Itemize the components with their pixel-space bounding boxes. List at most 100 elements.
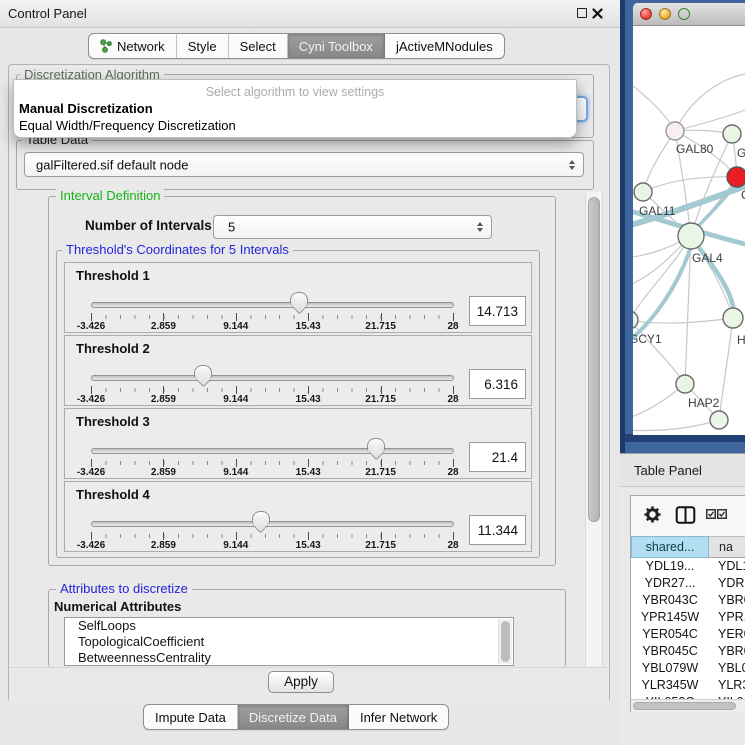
mac-minimize-icon[interactable] bbox=[659, 8, 671, 20]
table-row[interactable]: YBR043CYBR0 bbox=[631, 592, 745, 609]
network-node-gal11[interactable] bbox=[634, 183, 652, 201]
threshold-row: Threshold 4-3.4262.8599.14415.4321.71528… bbox=[64, 481, 532, 552]
tick-mark bbox=[236, 459, 237, 467]
checkbox-icon[interactable] bbox=[717, 509, 727, 519]
tick-label: 2.859 bbox=[141, 540, 185, 551]
tab-label: Select bbox=[240, 39, 276, 54]
slider-track[interactable] bbox=[91, 448, 454, 454]
slider-handle[interactable] bbox=[367, 438, 385, 451]
network-node-ga[interactable] bbox=[723, 125, 741, 143]
float-window-icon[interactable] bbox=[577, 8, 587, 18]
slider-track[interactable] bbox=[91, 302, 454, 308]
algorithm-option-equal-width-frequency-discretization[interactable]: Equal Width/Frequency Discretization bbox=[14, 117, 576, 134]
number-of-intervals-spinner[interactable]: 5 bbox=[213, 215, 492, 239]
threshold-value-field[interactable]: 14.713 bbox=[469, 296, 526, 326]
tab-jactivemnodules[interactable]: jActiveMNodules bbox=[385, 34, 504, 58]
tab-style[interactable]: Style bbox=[177, 34, 229, 58]
tick-label: 9.144 bbox=[214, 540, 258, 551]
mac-zoom-icon[interactable] bbox=[678, 8, 690, 20]
cell-name: YPR1 bbox=[718, 609, 745, 626]
threshold-value-field[interactable]: 6.316 bbox=[469, 369, 526, 399]
gear-icon[interactable] bbox=[643, 505, 662, 524]
tick-mark bbox=[308, 313, 309, 321]
tick-mark bbox=[308, 386, 309, 394]
threshold-label: Threshold 4 bbox=[76, 487, 150, 502]
cell-shared-name: YPR145W bbox=[631, 609, 709, 626]
network-node-gal4[interactable] bbox=[678, 223, 704, 249]
checkbox-icon[interactable] bbox=[706, 509, 716, 519]
tab-network[interactable]: Network bbox=[89, 34, 177, 58]
tick-mark bbox=[453, 532, 454, 540]
tab-cyni-toolbox[interactable]: Cyni Toolbox bbox=[288, 34, 385, 58]
table-hscrollbar[interactable] bbox=[631, 699, 745, 712]
table-row[interactable]: YER054CYER0 bbox=[631, 626, 745, 643]
threshold-label: Threshold 2 bbox=[76, 341, 150, 356]
network-node-label: GCY1 bbox=[633, 332, 662, 346]
attribute-item-betweennesscentrality[interactable]: BetweennessCentrality bbox=[65, 650, 513, 666]
cell-name: YBL0 bbox=[718, 660, 745, 677]
close-icon[interactable] bbox=[592, 8, 603, 19]
main-scrollbar-thumb[interactable] bbox=[588, 197, 600, 522]
table-row[interactable]: YLR345WYLR3 bbox=[631, 677, 745, 694]
network-node-c[interactable] bbox=[727, 167, 745, 187]
columns-icon[interactable] bbox=[675, 506, 696, 524]
tab-infer-network[interactable]: Infer Network bbox=[349, 705, 448, 729]
attributes-group-title: Attributes to discretize bbox=[56, 582, 192, 595]
network-node-label: GA bbox=[737, 146, 745, 160]
table-row[interactable]: YDR27...YDR2 bbox=[631, 575, 745, 592]
tick-label: -3.426 bbox=[69, 394, 113, 405]
tab-discretize-data[interactable]: Discretize Data bbox=[238, 705, 349, 729]
attribute-item-selfloops[interactable]: SelfLoops bbox=[65, 618, 513, 634]
threshold-label: Threshold 3 bbox=[76, 414, 150, 429]
control-panel-tabs: NetworkStyle Select Cyni ToolboxjActiveMNo… bbox=[88, 33, 505, 59]
threshold-value-field[interactable]: 21.4 bbox=[469, 442, 526, 472]
tick-mark bbox=[91, 532, 92, 540]
network-node-hap2[interactable] bbox=[676, 375, 694, 393]
threshold-label: Threshold 1 bbox=[76, 268, 150, 283]
network-canvas[interactable]: GAL80GACGAL11GAL4GCY1HHAP2 bbox=[633, 26, 745, 435]
tick-mark bbox=[91, 386, 92, 394]
main-scrollbar[interactable] bbox=[585, 192, 603, 666]
network-node-label: C bbox=[741, 188, 745, 202]
tick-label: -3.426 bbox=[69, 467, 113, 478]
tick-mark bbox=[453, 313, 454, 321]
slider-ruler: -3.4262.8599.14415.4321.71528 bbox=[91, 532, 454, 552]
tick-label: 15.43 bbox=[286, 394, 330, 405]
network-node[interactable] bbox=[710, 411, 728, 429]
slider-track[interactable] bbox=[91, 521, 454, 527]
table-row[interactable]: YBR045CYBR0 bbox=[631, 643, 745, 660]
slider-track[interactable] bbox=[91, 375, 454, 381]
attribute-item-topologicalcoefficient[interactable]: TopologicalCoefficient bbox=[65, 634, 513, 650]
network-node-gal80[interactable] bbox=[666, 122, 684, 140]
tick-label: 2.859 bbox=[141, 467, 185, 478]
column-header-shared-name[interactable]: shared... bbox=[631, 536, 709, 558]
slider-handle[interactable] bbox=[290, 292, 308, 305]
table-panel-titlebar: Table Panel bbox=[620, 453, 745, 487]
threshold-row: Threshold 2-3.4262.8599.14415.4321.71528… bbox=[64, 335, 532, 406]
table-row[interactable]: YPR145W YPR1 bbox=[631, 609, 745, 626]
slider-handle[interactable] bbox=[252, 511, 270, 524]
cell-shared-name: YBL079W bbox=[631, 660, 709, 677]
table-row[interactable]: YDL19...YDL1 bbox=[631, 558, 745, 575]
algorithm-option-manual-discretization[interactable]: Manual Discretization bbox=[14, 100, 576, 117]
network-node-h[interactable] bbox=[723, 308, 743, 328]
intervals-value: 5 bbox=[228, 220, 235, 235]
attributes-scrollbar[interactable] bbox=[498, 619, 512, 664]
interval-definition-title: Interval Definition bbox=[56, 189, 164, 202]
table-row[interactable]: YBL079W YBL0 bbox=[631, 660, 745, 677]
screen: Control Panel NetworkStyleSelectCyni Too… bbox=[0, 0, 745, 745]
column-header-name[interactable]: na bbox=[709, 536, 745, 558]
threshold-row: Threshold 3-3.4262.8599.14415.4321.71528… bbox=[64, 408, 532, 479]
tab-impute-data[interactable]: Impute Data bbox=[144, 705, 238, 729]
apply-button[interactable]: Apply bbox=[268, 671, 334, 693]
table-hscrollbar-thumb[interactable] bbox=[633, 702, 736, 710]
slider-handle[interactable] bbox=[194, 365, 212, 378]
network-node-gcy1[interactable] bbox=[633, 311, 638, 329]
threshold-value-field[interactable]: 11.344 bbox=[469, 515, 526, 545]
tick-label: 9.144 bbox=[214, 467, 258, 478]
network-view-window: GAL80GACGAL11GAL4GCY1HHAP2 bbox=[633, 3, 745, 435]
mac-close-icon[interactable] bbox=[640, 8, 652, 20]
tab-select[interactable]: Select bbox=[229, 34, 288, 58]
numerical-attributes-list[interactable]: SelfLoopsTopologicalCoefficientBetweenne… bbox=[64, 617, 514, 666]
table-data-combobox[interactable]: galFiltered.sif default node bbox=[24, 152, 584, 177]
